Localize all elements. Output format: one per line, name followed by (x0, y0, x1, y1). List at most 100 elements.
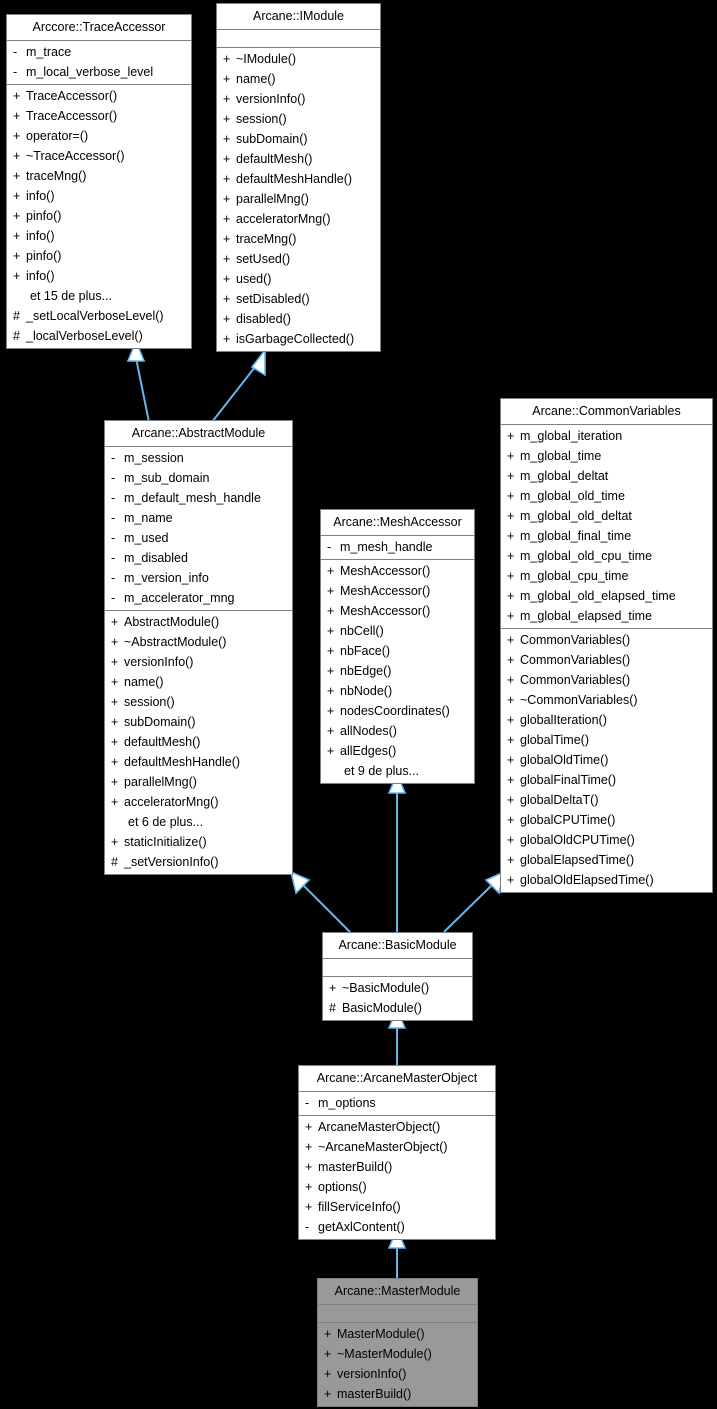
member-name: ~IModule() (236, 52, 297, 66)
member-visibility-marker: - (111, 571, 116, 585)
member-visibility-marker: + (324, 1387, 332, 1401)
member-visibility-marker: + (223, 212, 231, 226)
member-name: nbNode() (340, 684, 393, 698)
class-member: + traceMng() (7, 166, 191, 186)
member-name: globalFinalTime() (520, 773, 617, 787)
class-attributes-abstract-module: - m_session - m_sub_domain - m_default_mesh_h… (105, 447, 292, 611)
member-visibility-marker: # (111, 855, 118, 869)
member-visibility-marker: + (507, 489, 515, 503)
member-visibility-marker: + (507, 713, 515, 727)
class-box-imodule[interactable]: Arcane::IModule + ~IModule() + name() + versi… (216, 3, 381, 352)
member-visibility-marker: + (111, 695, 119, 709)
member-visibility-marker: + (223, 312, 231, 326)
class-member: + ~CommonVariables() (501, 690, 712, 710)
class-member: + m_global_deltat (501, 466, 712, 486)
member-visibility-marker: + (13, 89, 21, 103)
member-visibility-marker: + (507, 509, 515, 523)
class-box-trace-accessor[interactable]: Arccore::TraceAccessor - m_trace - m_local_… (6, 14, 192, 349)
class-member: + globalDeltaT() (501, 790, 712, 810)
member-visibility-marker: + (507, 449, 515, 463)
member-visibility-marker: + (507, 673, 515, 687)
member-visibility-marker: # (329, 1001, 336, 1015)
class-member: + m_global_elapsed_time (501, 606, 712, 626)
member-visibility-marker: + (111, 835, 119, 849)
class-member: + m_global_time (501, 446, 712, 466)
class-box-common-variables[interactable]: Arcane::CommonVariables + m_global_iterat… (500, 398, 713, 893)
member-name: m_local_verbose_level (26, 65, 154, 79)
class-box-master-module[interactable]: Arcane::MasterModule + MasterModule() + ~Ma… (317, 1278, 478, 1407)
class-member: + globalFinalTime() (501, 770, 712, 790)
class-box-basic-module[interactable]: Arcane::BasicModule + ~BasicModule() # Basi… (322, 932, 473, 1021)
member-visibility-marker: + (507, 653, 515, 667)
member-name: used() (236, 272, 272, 286)
member-name: MeshAccessor() (340, 564, 431, 578)
class-member: + disabled() (217, 309, 380, 329)
member-name: acceleratorMng() (236, 212, 331, 226)
class-member: + used() (217, 269, 380, 289)
member-visibility-marker: + (507, 693, 515, 707)
class-member: + isGarbageCollected() (217, 329, 380, 349)
class-member: + versionInfo() (318, 1364, 477, 1384)
member-visibility-marker: + (13, 249, 21, 263)
class-member: - m_version_info (105, 568, 292, 588)
class-member: - m_default_mesh_handle (105, 488, 292, 508)
member-visibility-marker: + (13, 149, 21, 163)
member-name: TraceAccessor() (26, 89, 118, 103)
class-member: - m_name (105, 508, 292, 528)
member-name: CommonVariables() (520, 673, 631, 687)
member-name: TraceAccessor() (26, 109, 118, 123)
class-methods-basic-module: + ~BasicModule() # BasicModule() (323, 977, 472, 1020)
class-box-abstract-module[interactable]: Arcane::AbstractModule - m_session - m_sub_… (104, 420, 293, 875)
class-member: + nbNode() (321, 681, 474, 701)
member-visibility-marker: + (327, 564, 335, 578)
member-name: ~ArcaneMasterObject() (318, 1140, 448, 1154)
member-name: m_global_old_cpu_time (520, 549, 653, 563)
class-member: + acceleratorMng() (105, 792, 292, 812)
class-member: + fillServiceInfo() (299, 1197, 495, 1217)
class-member: + m_global_old_time (501, 486, 712, 506)
class-attributes-arcane-master-object: - m_options (299, 1092, 495, 1116)
class-member: + globalTime() (501, 730, 712, 750)
member-name: versionInfo() (124, 655, 194, 669)
class-attributes-master-module (318, 1305, 477, 1323)
member-visibility-marker: + (327, 624, 335, 638)
member-visibility-marker: + (223, 172, 231, 186)
class-member: + options() (299, 1177, 495, 1197)
member-visibility-marker: + (223, 112, 231, 126)
member-name: subDomain() (124, 715, 196, 729)
member-name: nbFace() (340, 644, 391, 658)
member-visibility-marker: - (13, 45, 18, 59)
class-member: + defaultMeshHandle() (217, 169, 380, 189)
member-name: globalOldCPUTime() (520, 833, 635, 847)
member-name: globalDeltaT() (520, 793, 599, 807)
member-visibility-marker: + (13, 109, 21, 123)
class-member: + CommonVariables() (501, 630, 712, 650)
class-box-mesh-accessor[interactable]: Arcane::MeshAccessor - m_mesh_handle + Mes… (320, 509, 475, 784)
member-name: m_mesh_handle (340, 540, 433, 554)
member-name: ~TraceAccessor() (26, 149, 125, 163)
member-name: setDisabled() (236, 292, 310, 306)
class-member: + m_global_old_cpu_time (501, 546, 712, 566)
member-name: versionInfo() (236, 92, 306, 106)
class-box-arcane-master-object[interactable]: Arcane::ArcaneMasterObject - m_options + A… (298, 1065, 496, 1240)
member-name: setUsed() (236, 252, 291, 266)
class-attributes-imodule (217, 30, 380, 48)
class-member: + ~IModule() (217, 49, 380, 69)
member-name: CommonVariables() (520, 633, 631, 647)
member-name: m_global_cpu_time (520, 569, 629, 583)
member-name: m_default_mesh_handle (124, 491, 261, 505)
member-name: pinfo() (26, 249, 62, 263)
member-name: m_global_old_deltat (520, 509, 632, 523)
class-member: - m_mesh_handle (321, 537, 474, 557)
member-name: BasicModule() (342, 1001, 422, 1015)
member-visibility-marker: + (111, 775, 119, 789)
class-member: + versionInfo() (217, 89, 380, 109)
member-visibility-marker: + (223, 132, 231, 146)
member-visibility-marker: + (324, 1327, 332, 1341)
class-member: + m_global_cpu_time (501, 566, 712, 586)
member-visibility-marker: + (305, 1160, 313, 1174)
member-visibility-marker: + (13, 269, 21, 283)
class-member: + MeshAccessor() (321, 581, 474, 601)
class-member: + defaultMeshHandle() (105, 752, 292, 772)
member-name: nodesCoordinates() (340, 704, 450, 718)
